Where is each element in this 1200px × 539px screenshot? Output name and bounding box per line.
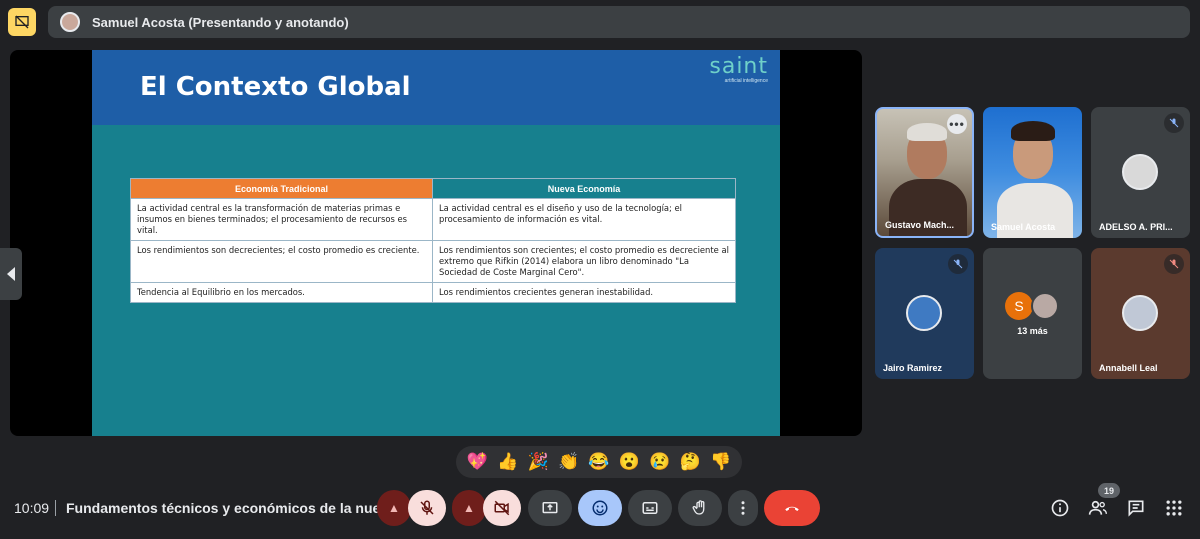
reaction-thinking[interactable]: 🤔 [677, 452, 703, 472]
meeting-details-button[interactable] [1048, 496, 1072, 520]
avatar [906, 295, 942, 331]
participant-name: Annabell Leal [1099, 363, 1158, 373]
chat-icon [1128, 500, 1144, 517]
chat-button[interactable] [1124, 496, 1148, 520]
activities-button[interactable] [1162, 496, 1186, 520]
people-button[interactable] [1086, 496, 1110, 520]
reaction-thumbs-down[interactable]: 👎 [708, 452, 734, 472]
saint-logo: saint artificial intelligence [709, 54, 768, 85]
participant-tile-samuel[interactable]: Samuel Acosta [983, 107, 1082, 238]
video-hair [907, 123, 947, 141]
emoji-icon [592, 500, 608, 516]
reactions-bar: 💖 👍 🎉 👏 😂 😮 😢 🤔 👎 [456, 446, 742, 478]
hangup-icon [785, 506, 799, 511]
presenter-banner[interactable]: Samuel Acosta (Presentando y anotando) [48, 6, 1190, 38]
table-row: Tendencia al Equilibrio en los mercados.… [130, 282, 736, 303]
participant-tile-adelso[interactable]: ADELSO A. PRI... [1091, 107, 1190, 238]
chevron-up-icon: ▲ [463, 501, 475, 515]
participant-tile-annabell[interactable]: Annabell Leal [1091, 248, 1190, 379]
table-header-traditional: Economía Tradicional [130, 178, 433, 199]
comparison-table: Economía Tradicional Nueva Economía La a… [130, 178, 736, 303]
reaction-heart[interactable]: 💖 [464, 452, 490, 472]
emoji-reactions-button[interactable] [578, 490, 622, 526]
avatar [1122, 154, 1158, 190]
participant-name: Jairo Ramirez [883, 363, 943, 373]
table-cell: Los rendimientos son decrecientes; el co… [130, 240, 433, 283]
table-cell: Tendencia al Equilibrio en los mercados. [130, 282, 433, 303]
mic-off-icon [420, 500, 434, 515]
reaction-sad[interactable]: 😢 [647, 452, 673, 472]
participant-initial-avatar: S [1005, 292, 1033, 320]
table-row: Los rendimientos son decrecientes; el co… [130, 240, 736, 283]
camera-toggle-button[interactable] [483, 490, 521, 526]
participant-name: ADELSO A. PRI... [1099, 222, 1173, 232]
reaction-laugh[interactable]: 😂 [586, 452, 612, 472]
collapse-sidebar-toggle[interactable] [0, 248, 22, 300]
divider [55, 500, 56, 516]
slide: El Contexto Global saint artificial inte… [92, 50, 780, 436]
video-hair [1011, 121, 1055, 141]
reaction-thumbs-up[interactable]: 👍 [495, 452, 521, 472]
presenter-banner-text: Samuel Acosta (Presentando y anotando) [92, 14, 349, 30]
activities-icon [1166, 500, 1182, 516]
slide-title: El Contexto Global [140, 72, 411, 102]
reaction-party[interactable]: 🎉 [525, 452, 551, 472]
more-options-icon [741, 501, 745, 515]
present-screen-icon [542, 502, 558, 514]
meet-window: Samuel Acosta (Presentando y anotando) E… [0, 0, 1200, 539]
captions-icon [642, 502, 658, 514]
participant-tile-gustavo[interactable]: ••• Gustavo Mach... [875, 107, 974, 238]
reaction-clap[interactable]: 👏 [556, 452, 582, 472]
mic-off-icon [948, 254, 968, 274]
avatar [1122, 295, 1158, 331]
chevron-up-icon: ▲ [388, 501, 400, 515]
slide-header: El Contexto Global saint artificial inte… [92, 50, 780, 125]
reaction-surprised[interactable]: 😮 [616, 452, 642, 472]
participant-name: Gustavo Mach... [885, 220, 955, 230]
table-cell: La actividad central es la transformació… [130, 198, 433, 241]
participant-name: Samuel Acosta [991, 222, 1056, 232]
table-row: La actividad central es la transformació… [130, 198, 736, 241]
chevron-left-icon [7, 267, 15, 281]
mic-off-icon [1164, 113, 1184, 133]
participant-tile-jairo[interactable]: Jairo Ramirez [875, 248, 974, 379]
more-participants-count: 13 más [1017, 326, 1048, 336]
table-header-new: Nueva Economía [432, 178, 736, 199]
meeting-title: Fundamentos técnicos y económicos de la … [66, 500, 399, 516]
info-icon [1051, 499, 1069, 517]
presenter-avatar [60, 12, 80, 32]
leave-call-button[interactable] [764, 490, 820, 526]
present-off-icon [15, 15, 29, 29]
audio-options-button[interactable]: ▲ [377, 490, 411, 526]
table-cell: La actividad central es el diseño y uso … [432, 198, 736, 241]
presentation-stage: El Contexto Global saint artificial inte… [10, 50, 862, 436]
avatar [1031, 292, 1059, 320]
raise-hand-icon [692, 500, 705, 515]
present-screen-button[interactable] [528, 490, 572, 526]
table-header-row: Economía Tradicional Nueva Economía [130, 178, 736, 199]
more-participants-tile[interactable]: S 13 más [983, 248, 1082, 379]
people-icon [1088, 500, 1107, 515]
more-options-tile-icon[interactable]: ••• [947, 114, 967, 134]
table-cell: Los rendimientos son crecientes; el cost… [432, 240, 736, 283]
video-options-button[interactable]: ▲ [452, 490, 486, 526]
presentation-indicator-button[interactable] [8, 8, 36, 36]
logo-text: saint [709, 54, 768, 79]
captions-button[interactable] [628, 490, 672, 526]
mic-off-icon [1164, 254, 1184, 274]
camera-off-icon [494, 500, 510, 516]
raise-hand-button[interactable] [678, 490, 722, 526]
table-cell: Los rendimientos crecientes generan ines… [432, 282, 736, 303]
more-options-button[interactable] [728, 490, 758, 526]
mic-toggle-button[interactable] [408, 490, 446, 526]
meeting-clock: 10:09 [14, 500, 50, 516]
